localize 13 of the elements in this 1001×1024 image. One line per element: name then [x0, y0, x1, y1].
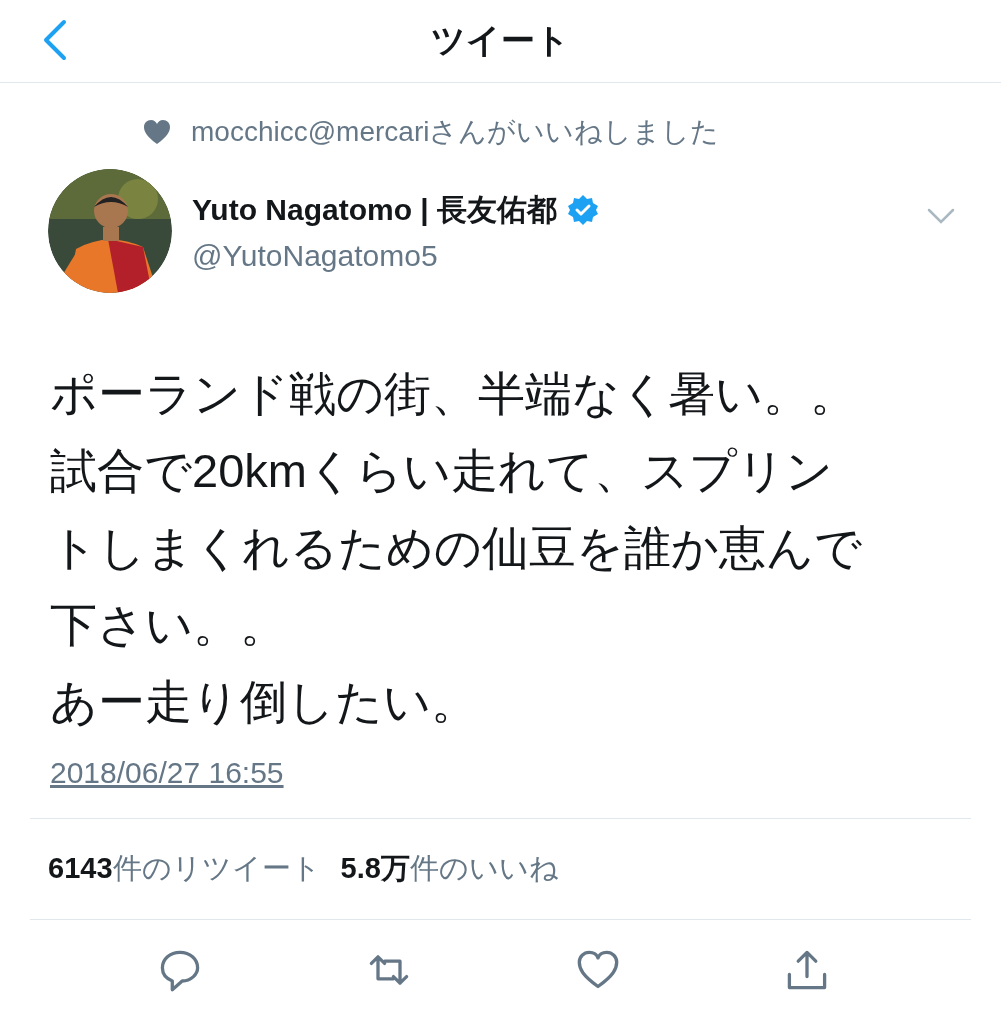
page-title: ツイート — [431, 20, 570, 61]
tweet-text-line: 下さい。。 — [50, 598, 287, 651]
liked-by-text: mocchicc@mercariさんがいいねしました — [191, 115, 720, 149]
tweet-text-line: 試合で20kmくらい走れて、スプリン — [50, 444, 833, 497]
tweet-text-line: あー走り倒したい。 — [50, 675, 478, 728]
tweet-timestamp[interactable]: 2018/06/27 16:55 — [50, 756, 284, 790]
tweet-text-line: トしまくれるための仙豆を誰か恵んで — [50, 521, 862, 574]
stat-count[interactable]: 5.8万件のいいね — [340, 849, 559, 889]
author-handle[interactable]: @YutoNagatomo5 — [192, 238, 600, 273]
heart-icon — [143, 119, 171, 145]
tweet-text-line: ポーランド戦の街、半端なく暑い。。 — [50, 367, 857, 420]
author-name[interactable]: Yuto Nagatomo | 長友佑都 — [192, 189, 558, 231]
stat-count[interactable]: 6143件のリツイート — [48, 849, 321, 889]
